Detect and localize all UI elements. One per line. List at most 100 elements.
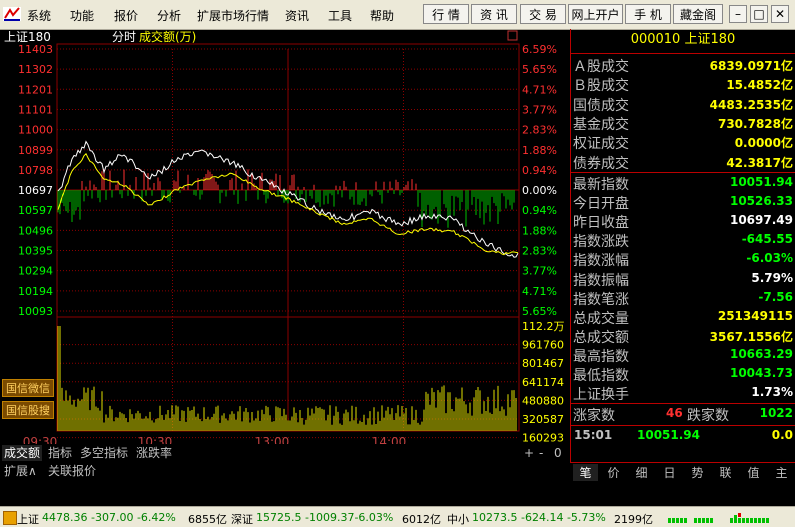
maximize-button[interactable]: □ (750, 5, 768, 23)
tab-indicator[interactable]: 指标 (46, 445, 74, 461)
menu-extended-market[interactable]: 扩展市场行情 (197, 7, 269, 24)
row-label: 国债成交 (573, 97, 629, 114)
zx-amount: 2199亿 (614, 513, 653, 526)
menu-quote[interactable]: 报价 (114, 7, 138, 24)
volume-tick-label: 480880 (522, 394, 564, 407)
connection-status-icon[interactable] (668, 512, 788, 524)
row-value: -7.56 (758, 289, 793, 304)
intraday-chart[interactable]: 11403 6.59% 11302 5.65% 11201 4.71% 11101 3.77%… (0, 29, 570, 455)
price-tick-label: 11302 (18, 63, 53, 76)
market-icon[interactable] (3, 511, 17, 525)
tab-open-account[interactable]: 网上开户 (568, 4, 623, 24)
panel-header: 000010 上证180 (571, 29, 795, 51)
right-tab[interactable]: 值 (741, 464, 766, 481)
index-stat-row: 指数涨跌 -645.55 (571, 231, 795, 250)
volume-tick-label: 160293 (522, 432, 564, 445)
index-stat-row: 指数振幅 5.79% (571, 270, 795, 289)
right-tab[interactable]: 联 (713, 464, 738, 481)
volume-tick-label: 801467 (522, 357, 564, 370)
chart-canvas[interactable]: 11403 6.59% 11302 5.65% 11201 4.71% 11101 3.77%… (0, 29, 570, 455)
menu-news[interactable]: 资讯 (285, 7, 309, 24)
tick-row: 15:01 10051.94 0.0 (571, 427, 795, 446)
volume-tick-label: 320587 (522, 413, 564, 426)
right-tab[interactable]: 笔 (573, 464, 598, 481)
tab-trade[interactable]: 交 易 (520, 4, 566, 24)
price-tick-label: 11403 (18, 43, 53, 56)
pct-tick-label: 2.83% (522, 245, 557, 258)
price-tick-label: 10194 (18, 285, 53, 298)
pct-tick-label: 4.71% (522, 285, 557, 298)
tab-bull-bear[interactable]: 多空指标 (78, 445, 130, 461)
guoxin-wechat-button[interactable]: 国信微信 (2, 379, 54, 397)
row-label: 指数涨跌 (573, 234, 629, 251)
price-tick-label: 10798 (18, 164, 53, 177)
volume-row: 权证成交 0.0000亿 (571, 133, 795, 152)
index-info-panel: 000010 上证180 Ａ股成交 6839.0971亿 Ｂ股成交 15.4852亿国… (570, 29, 795, 462)
right-tab[interactable]: 细 (629, 464, 654, 481)
chart-mode: 分时 (112, 30, 136, 44)
pct-tick-label: 3.77% (522, 103, 557, 116)
menu-analysis[interactable]: 分析 (157, 7, 181, 24)
menu-tools[interactable]: 工具 (328, 7, 352, 24)
tab-rise-fall-rate[interactable]: 涨跌率 (134, 445, 174, 461)
price-tick-label: 10496 (18, 224, 53, 237)
status-bar: 上证 4478.36 -307.00 -6.42% 6855亿 深证 15725… (0, 506, 795, 527)
zoom-out-button[interactable]: - (537, 445, 545, 461)
right-tab[interactable]: 主 (769, 464, 794, 481)
volume-tick-label: 961760 (522, 339, 564, 352)
tab-market[interactable]: 行 情 (423, 4, 469, 24)
menu-system[interactable]: 系统 (27, 7, 51, 24)
close-button[interactable]: ✕ (771, 5, 789, 23)
row-value: 10051.94 (729, 175, 793, 189)
right-tab[interactable]: 日 (657, 464, 682, 481)
tab-expand[interactable]: 扩展∧ (2, 463, 39, 479)
tab-related-quotes[interactable]: 关联报价 (46, 463, 98, 479)
breadth-row: 涨家数 46 跌家数 1022 (571, 405, 795, 424)
tick-price: 10051.94 (637, 428, 701, 442)
tick-volume: 0.0 (771, 428, 793, 442)
tab-treasure[interactable]: 藏金阁 (673, 4, 723, 24)
up-count: 46 (666, 406, 683, 420)
row-value: 251349115 (717, 308, 793, 323)
sz-label: 深证 (231, 513, 253, 526)
index-stat-row: 昨日收盘 10697.49 (571, 212, 795, 231)
row-value: 1.73% (751, 385, 793, 400)
row-value: 15.4852亿 (726, 78, 793, 93)
index-stat-row: 总成交额 3567.1556亿 (571, 327, 795, 346)
guoxin-search-button[interactable]: 国信股搜 (2, 401, 54, 419)
tab-volume-amount[interactable]: 成交额 (2, 445, 43, 461)
indicator-tabs: 成交额 指标 多空指标 涨跌率 + - 0 (0, 444, 570, 462)
minimize-button[interactable]: – (729, 5, 747, 23)
row-value: 6839.0971亿 (709, 59, 793, 73)
price-tick-label: 10395 (18, 245, 53, 258)
sz-values: 15725.5 -1009.37-6.03% (256, 511, 394, 524)
app-logo-icon[interactable] (2, 4, 22, 24)
volume-tick-label: 112.2万 (522, 320, 565, 333)
index-stat-row: 总成交量 251349115 (571, 308, 795, 327)
tab-mobile[interactable]: 手 机 (625, 4, 671, 24)
volume-row: Ｂ股成交 15.4852亿 (571, 75, 795, 94)
menu-help[interactable]: 帮助 (370, 7, 394, 24)
index-stat-row: 指数涨幅 -6.03% (571, 250, 795, 269)
row-value: 42.3817亿 (726, 155, 793, 170)
zoom-in-button[interactable]: + (522, 445, 536, 461)
index-stat-row: 指数笔涨 -7.56 (571, 289, 795, 308)
menu-function[interactable]: 功能 (70, 7, 94, 24)
price-tick-label: 11201 (18, 83, 53, 96)
zoom-reset-button[interactable]: 0 (552, 445, 564, 461)
zx-values: 10273.5 -624.14 -5.73% (472, 511, 606, 524)
down-count-label: 跌家数 (687, 408, 729, 424)
row-label: 权证成交 (573, 136, 629, 153)
index-stat-row: 最新指数 10051.94 (571, 174, 795, 193)
tab-news[interactable]: 资 讯 (471, 4, 517, 24)
row-value: -645.55 (741, 232, 793, 247)
row-value: -6.03% (746, 251, 793, 266)
row-label: 总成交量 (573, 310, 629, 327)
right-tab[interactable]: 价 (601, 464, 626, 481)
index-code: 000010 (630, 32, 681, 47)
right-tab[interactable]: 势 (685, 464, 710, 481)
index-stat-row: 今日开盘 10526.33 (571, 193, 795, 212)
price-tick-label: 10093 (18, 305, 53, 318)
sh-values: 4478.36 -307.00 -6.42% (42, 511, 176, 524)
row-value: 10663.29 (729, 346, 793, 361)
